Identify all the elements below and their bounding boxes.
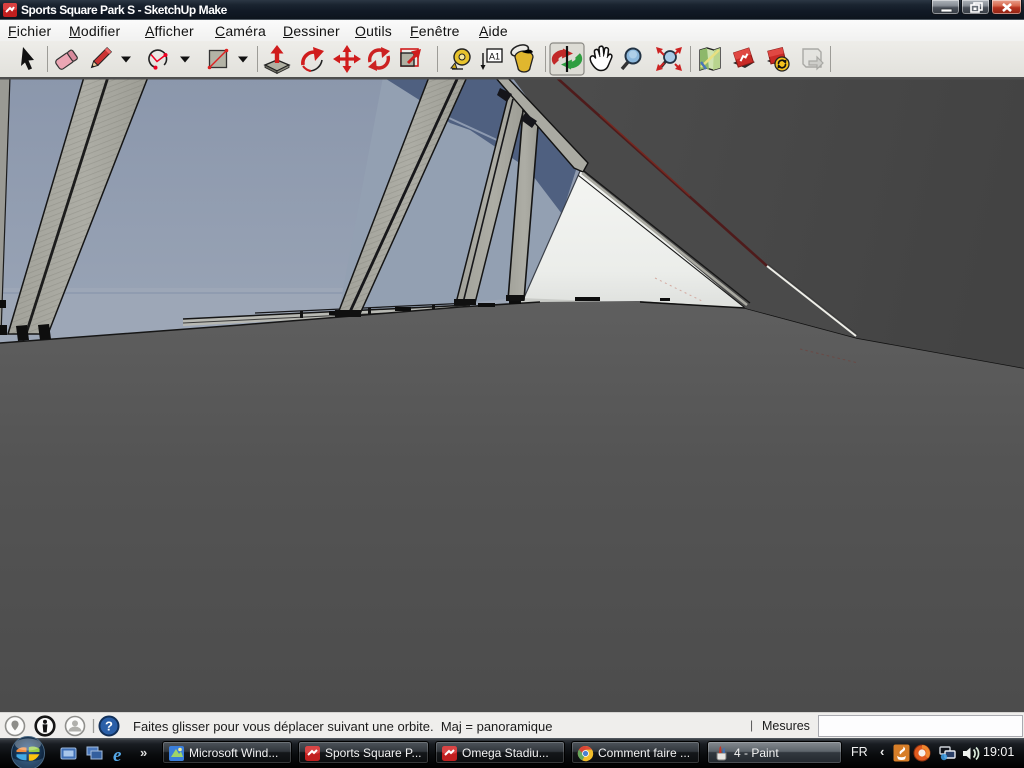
- svg-text:e: e: [113, 746, 122, 764]
- svg-text:?: ?: [105, 719, 113, 734]
- svg-text:A1: A1: [489, 52, 500, 62]
